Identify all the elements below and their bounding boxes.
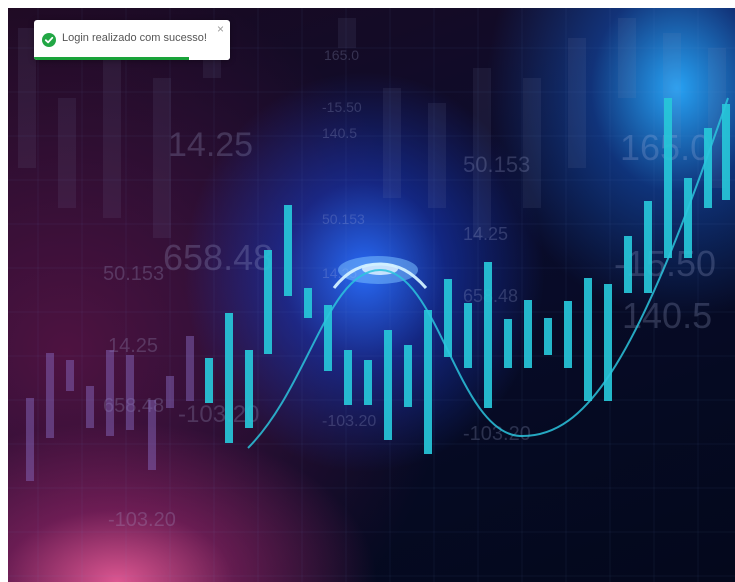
background-bar [103,38,121,218]
background-bar [383,88,401,198]
chart-bar [384,330,392,440]
chart-bar [245,350,253,428]
background-number: 658.48 [163,237,273,278]
chart-bar [126,355,134,430]
chart-bar [264,250,272,354]
background-number: 14.25 [168,126,253,164]
background-bar [618,18,636,98]
chart-bar [564,301,572,368]
background-number: -15.50 [322,99,362,115]
check-circle-icon [42,33,56,47]
close-icon[interactable]: × [217,22,224,36]
success-toast: Login realizado com sucesso! × [34,20,230,60]
chart-bar [86,386,94,428]
chart-bar [205,358,213,403]
background-number: 50.153 [463,152,530,177]
chart-bar [604,284,612,401]
chart-bar [364,360,372,405]
background-number: -103.20 [108,509,176,531]
stock-chart-illustration: 165.0-15.50140.514.2550.153658.4850.1531… [8,8,735,582]
background-number: 14.25 [463,224,508,244]
background-number: 50.153 [103,263,164,285]
background-bar [338,18,356,48]
chart-bar [504,319,512,368]
chart-bar [704,128,712,208]
chart-bar [484,262,492,408]
background-number: -103.20 [322,413,376,430]
toast-message: Login realizado com sucesso! [62,32,207,44]
chart-bar [524,300,532,368]
chart-bar [186,336,194,401]
chart-bar [284,205,292,296]
chart-bar [304,288,312,318]
toast-progress-track [34,57,230,60]
chart-bar [344,350,352,405]
background-number: 140.5 [322,125,357,141]
chart-bar [644,201,652,293]
background-bar [568,38,586,168]
chart-bar [225,313,233,443]
background-number: 165.0 [324,47,359,63]
chart-bar [664,98,672,258]
background-number: 50.153 [322,211,365,227]
chart-bar [26,398,34,481]
chart-bar [464,303,472,368]
background-number: 14.25 [108,335,158,357]
background-bar [428,103,446,208]
toast-progress-bar [34,57,189,60]
chart-bar [722,104,730,200]
chart-bar [166,376,174,408]
hero-background: 165.0 -15.50 140.5 14.25 50.153 658.48 50.153 1… [8,8,735,582]
chart-bar [544,318,552,355]
chart-bar [584,278,592,401]
chart-bar [66,360,74,391]
background-bar [58,98,76,208]
chart-bar [424,310,432,454]
chart-bar [404,345,412,407]
background-bar [523,78,541,208]
chart-bar [624,236,632,293]
chart-bar [148,400,156,470]
chart-bar [106,350,114,436]
chart-bar [46,353,54,438]
